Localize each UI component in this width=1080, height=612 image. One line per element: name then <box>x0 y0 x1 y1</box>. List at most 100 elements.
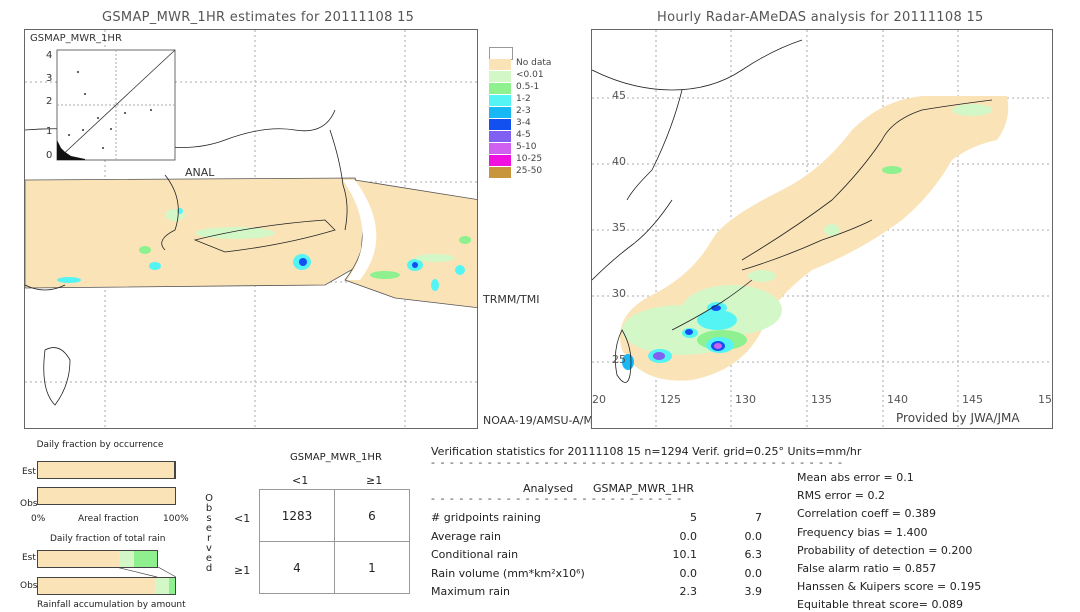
legend-label: 25-50 <box>516 166 543 176</box>
row-label: Average rain <box>431 529 501 543</box>
bar-segment <box>38 462 175 478</box>
right-map <box>591 29 1053 429</box>
occurrence-axis-left: 0% <box>31 514 46 524</box>
inset-xlabel: ANAL <box>185 166 215 179</box>
bar-segment <box>174 462 175 478</box>
row-label: Rain volume (mm*km²x10⁶) <box>431 566 585 580</box>
total-rain-footer: Rainfall accumulation by amount <box>37 600 186 610</box>
occurrence-title: Daily fraction by occurrence <box>36 440 164 450</box>
legend-item: 2-3 <box>489 106 559 118</box>
legend-swatch <box>489 71 511 82</box>
divider: - - - - - - - - - - - - - - - - - - - - … <box>431 456 843 469</box>
legend-item: 4-5 <box>489 130 559 142</box>
score-line: Correlation coeff = 0.389 <box>797 507 936 521</box>
legend-swatch <box>489 167 511 178</box>
bar-segment <box>134 551 157 567</box>
lon-tick-140: 140 <box>887 393 908 406</box>
legend-label: 2-3 <box>516 106 531 116</box>
contingency-row-ge1: ≥1 <box>234 564 251 577</box>
verification-row: Rain volume (mm*km²x10⁶) 0.0 0.0 <box>431 567 771 583</box>
total-rain-title: Daily fraction of total rain <box>50 534 166 544</box>
row-analysed: 2.3 <box>679 585 698 598</box>
contingency-cell: 1 <box>334 541 410 594</box>
lon-tick-150: 15 <box>1038 393 1052 406</box>
contingency-col-lt1: <1 <box>292 474 309 487</box>
contingency-cell: 1283 <box>259 489 335 542</box>
legend-item: 1-2 <box>489 94 559 106</box>
score-line: Frequency bias = 1.400 <box>797 525 928 539</box>
legend-item: 10-25 <box>489 154 559 166</box>
row-label: Maximum rain <box>431 585 510 598</box>
lat-tick-45: 45 <box>612 89 626 102</box>
row-model: 0.0 <box>744 529 763 543</box>
left-map <box>24 29 478 429</box>
legend-item: 25-50 <box>489 166 559 178</box>
legend-item: 5-10 <box>489 142 559 154</box>
left-map-title: GSMAP_MWR_1HR estimates for 20111108 15 <box>102 10 415 25</box>
legend-label: <0.01 <box>516 70 544 80</box>
lat-tick-30: 30 <box>612 287 626 300</box>
inset-scatter <box>56 49 176 161</box>
lat-tick-25: 25 <box>612 353 626 366</box>
score-line: Mean abs error = 0.1 <box>797 471 914 484</box>
occurrence-axis-mid: Areal fraction <box>78 514 139 524</box>
occurrence-row-est: Est <box>22 467 36 477</box>
legend-item: 3-4 <box>489 118 559 130</box>
legend-item: 0.5-1 <box>489 82 559 94</box>
legend-swatch <box>489 143 511 154</box>
divider: - - - - - - - - - - - - - - - - - - - - … <box>431 492 687 505</box>
score-line: Hanssen & Kuipers score = 0.195 <box>797 580 982 594</box>
score-line: Equitable threat score= 0.089 <box>797 598 963 612</box>
legend-swatch <box>489 83 511 94</box>
row-label: # gridpoints raining <box>431 511 541 524</box>
legend-label: 10-25 <box>516 154 543 164</box>
lat-tick-40: 40 <box>612 155 626 168</box>
contingency-row-lt1: <1 <box>234 512 251 525</box>
row-model: 6.3 <box>744 548 763 561</box>
legend-label: No data <box>516 58 552 68</box>
legend-swatch <box>489 119 511 130</box>
inset-tick-0: 0 <box>46 150 53 161</box>
legend-label: 4-5 <box>516 130 531 140</box>
legend-item <box>489 47 559 60</box>
legend-label: 0.5-1 <box>516 82 540 92</box>
bar-segment <box>118 551 135 567</box>
lat-tick-35: 35 <box>612 221 626 234</box>
bar-segment <box>38 578 156 594</box>
verification-row: Maximum rain 2.3 3.9 <box>431 585 771 601</box>
inset-tick-1: 1 <box>46 126 53 137</box>
total-rain-est-bar <box>37 550 158 568</box>
contingency-title: GSMAP_MWR_1HR <box>290 452 382 463</box>
lon-tick-125: 125 <box>660 393 681 406</box>
bar-segment <box>168 578 175 594</box>
row-model: 3.9 <box>744 585 763 598</box>
verification-row: Average rain 0.0 0.0 <box>431 530 771 546</box>
row-analysed: 10.1 <box>672 548 698 561</box>
lon-tick-145: 145 <box>962 393 983 406</box>
lon-tick-130: 130 <box>735 393 756 406</box>
bar-segment <box>155 578 169 594</box>
row-model: 0.0 <box>744 566 763 580</box>
contingency-side-label: Observed <box>205 493 213 574</box>
legend-item: No data <box>489 58 559 70</box>
bar-segment <box>38 551 119 567</box>
inset-tick-3: 3 <box>46 73 53 84</box>
inset-tick-2: 2 <box>46 96 53 107</box>
legend-label: 1-2 <box>516 94 531 104</box>
row-analysed: 5 <box>690 511 697 524</box>
row-analysed: 0.0 <box>679 529 698 543</box>
verification-row: Conditional rain 10.1 6.3 <box>431 548 771 564</box>
occurrence-est-bar <box>37 461 176 479</box>
row-model: 7 <box>755 511 762 524</box>
total-rain-row-est: Est <box>22 553 36 563</box>
right-map-title: Hourly Radar-AMeDAS analysis for 2011110… <box>657 10 984 25</box>
occurrence-row-obs: Obs <box>20 499 38 509</box>
contingency-cell: 6 <box>334 489 410 542</box>
legend-item: <0.01 <box>489 70 559 82</box>
legend-swatch <box>489 59 511 70</box>
total-rain-row-obs: Obs <box>20 581 38 591</box>
inset-title: GSMAP_MWR_1HR <box>30 33 122 44</box>
legend-swatch <box>489 107 511 118</box>
score-line: RMS error = 0.2 <box>797 489 885 503</box>
data-credit: Provided by JWA/JMA <box>896 411 1020 425</box>
